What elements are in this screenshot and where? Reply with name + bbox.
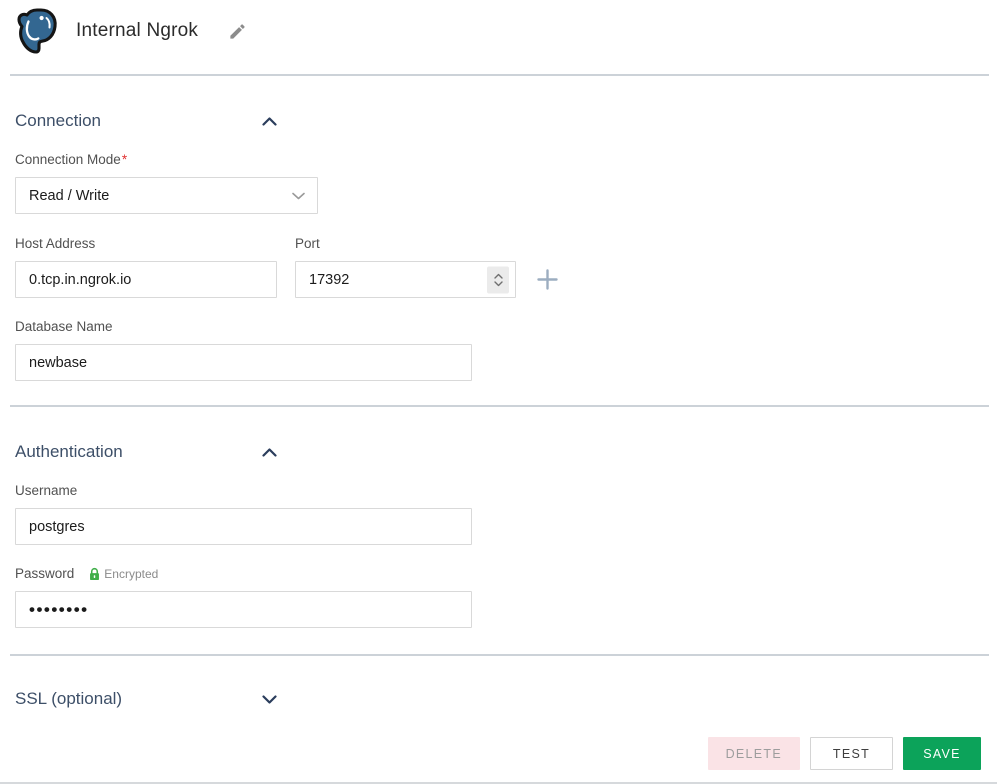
datasource-title: Internal Ngrok bbox=[76, 20, 199, 41]
section-title: Connection bbox=[15, 111, 102, 130]
connection-mode-value: Read / Write bbox=[29, 187, 110, 204]
encrypted-badge: Encrypted bbox=[88, 567, 158, 581]
chevron-down-icon bbox=[292, 192, 305, 200]
encrypted-label: Encrypted bbox=[104, 566, 159, 581]
connection-mode-select[interactable]: Read / Write bbox=[15, 177, 318, 214]
password-label: Password bbox=[15, 566, 75, 581]
test-button[interactable]: TEST bbox=[810, 737, 893, 770]
port-field bbox=[295, 261, 516, 298]
connection-mode-label: Connection Mode* bbox=[15, 152, 128, 167]
divider bbox=[10, 74, 989, 76]
stepper-down-icon bbox=[493, 280, 503, 286]
lock-icon bbox=[90, 567, 100, 580]
username-input[interactable] bbox=[15, 508, 472, 545]
database-name-label: Database Name bbox=[15, 319, 113, 334]
port-stepper[interactable] bbox=[487, 266, 509, 293]
section-ssl: SSL (optional) bbox=[0, 688, 997, 710]
edit-name-button[interactable] bbox=[224, 18, 251, 45]
header: Internal Ngrok bbox=[0, 0, 997, 62]
host-address-label: Host Address bbox=[15, 236, 96, 251]
chevron-up-icon bbox=[262, 116, 277, 126]
section-title: SSL (optional) bbox=[15, 689, 123, 708]
section-header-authentication[interactable]: Authentication bbox=[15, 441, 277, 463]
add-host-button[interactable] bbox=[537, 269, 558, 290]
postgresql-logo-icon bbox=[10, 5, 64, 57]
section-header-connection[interactable]: Connection bbox=[15, 110, 277, 132]
datasource-editor-page: Internal Ngrok Connection Connection Mod… bbox=[0, 0, 997, 784]
section-authentication: Authentication Username Password Encrypt… bbox=[0, 441, 997, 628]
host-port-row: Host Address Port bbox=[15, 235, 997, 298]
host-address-input[interactable] bbox=[15, 261, 277, 298]
stepper-up-icon bbox=[493, 273, 503, 279]
port-input[interactable] bbox=[295, 261, 516, 298]
port-label: Port bbox=[295, 236, 320, 251]
section-connection: Connection Connection Mode* Read / Write… bbox=[0, 110, 997, 381]
database-name-input[interactable] bbox=[15, 344, 472, 381]
action-bar: DELETE TEST SAVE bbox=[0, 737, 997, 770]
username-label: Username bbox=[15, 483, 78, 498]
divider bbox=[10, 654, 989, 656]
chevron-down-icon bbox=[262, 694, 277, 704]
required-asterisk: * bbox=[121, 152, 128, 167]
plus-icon bbox=[537, 269, 558, 290]
section-header-ssl[interactable]: SSL (optional) bbox=[15, 688, 277, 710]
password-input[interactable] bbox=[15, 591, 472, 628]
save-button[interactable]: SAVE bbox=[903, 737, 981, 770]
pencil-icon bbox=[230, 23, 245, 39]
section-title: Authentication bbox=[15, 442, 123, 461]
password-label-row: Password Encrypted bbox=[15, 565, 997, 582]
divider bbox=[10, 405, 989, 407]
chevron-up-icon bbox=[262, 447, 277, 457]
delete-button[interactable]: DELETE bbox=[707, 737, 800, 770]
